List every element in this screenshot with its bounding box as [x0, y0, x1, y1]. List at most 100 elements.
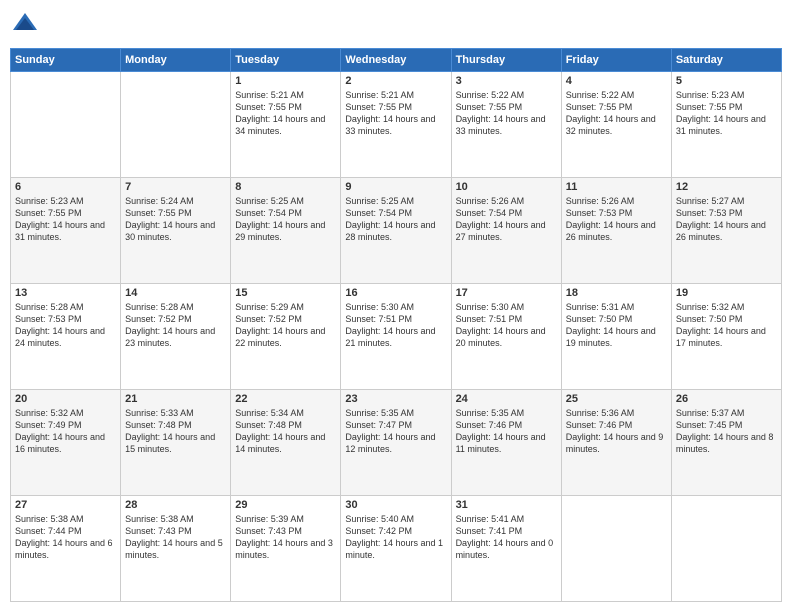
day-number: 24	[456, 393, 557, 405]
cell-content: Sunrise: 5:40 AM Sunset: 7:42 PM Dayligh…	[345, 513, 446, 562]
calendar-cell: 14 Sunrise: 5:28 AM Sunset: 7:52 PM Dayli…	[121, 284, 231, 390]
cell-content: Sunrise: 5:35 AM Sunset: 7:46 PM Dayligh…	[456, 407, 557, 456]
logo	[10, 10, 44, 40]
calendar-cell: 22 Sunrise: 5:34 AM Sunset: 7:48 PM Dayli…	[231, 390, 341, 496]
week-row-4: 27 Sunrise: 5:38 AM Sunset: 7:44 PM Dayli…	[11, 496, 782, 602]
cell-content: Sunrise: 5:23 AM Sunset: 7:55 PM Dayligh…	[15, 195, 116, 244]
day-number: 27	[15, 499, 116, 511]
calendar-cell: 17 Sunrise: 5:30 AM Sunset: 7:51 PM Dayli…	[451, 284, 561, 390]
cell-content: Sunrise: 5:30 AM Sunset: 7:51 PM Dayligh…	[345, 301, 446, 350]
day-number: 6	[15, 181, 116, 193]
calendar-cell: 4 Sunrise: 5:22 AM Sunset: 7:55 PM Daylig…	[561, 72, 671, 178]
day-number: 21	[125, 393, 226, 405]
day-number: 8	[235, 181, 336, 193]
cell-content: Sunrise: 5:26 AM Sunset: 7:54 PM Dayligh…	[456, 195, 557, 244]
week-row-2: 13 Sunrise: 5:28 AM Sunset: 7:53 PM Dayli…	[11, 284, 782, 390]
day-number: 4	[566, 75, 667, 87]
calendar-cell: 21Sunrise: 5:33 AM Sunset: 7:48 PM Dayli…	[121, 390, 231, 496]
col-header-wednesday: Wednesday	[341, 49, 451, 72]
calendar-cell: 31 Sunrise: 5:41 AM Sunset: 7:41 PM Dayli…	[451, 496, 561, 602]
day-number: 5	[676, 75, 777, 87]
calendar-cell: 10Sunrise: 5:26 AM Sunset: 7:54 PM Dayli…	[451, 178, 561, 284]
cell-content: Sunrise: 5:32 AM Sunset: 7:50 PM Dayligh…	[676, 301, 777, 350]
day-number: 7	[125, 181, 226, 193]
cell-content: Sunrise: 5:35 AM Sunset: 7:47 PM Dayligh…	[345, 407, 446, 456]
cell-content: Sunrise: 5:38 AM Sunset: 7:43 PM Dayligh…	[125, 513, 226, 562]
calendar-cell: 20Sunrise: 5:32 AM Sunset: 7:49 PM Dayli…	[11, 390, 121, 496]
day-number: 30	[345, 499, 446, 511]
calendar-cell: 7 Sunrise: 5:24 AM Sunset: 7:55 PM Daylig…	[121, 178, 231, 284]
col-header-thursday: Thursday	[451, 49, 561, 72]
calendar-cell: 23 Sunrise: 5:35 AM Sunset: 7:47 PM Dayli…	[341, 390, 451, 496]
day-number: 16	[345, 287, 446, 299]
col-header-tuesday: Tuesday	[231, 49, 341, 72]
cell-content: Sunrise: 5:30 AM Sunset: 7:51 PM Dayligh…	[456, 301, 557, 350]
calendar-cell: 11 Sunrise: 5:26 AM Sunset: 7:53 PM Dayli…	[561, 178, 671, 284]
calendar-cell: 25Sunrise: 5:36 AM Sunset: 7:46 PM Dayli…	[561, 390, 671, 496]
cell-content: Sunrise: 5:27 AM Sunset: 7:53 PM Dayligh…	[676, 195, 777, 244]
calendar-cell: 9 Sunrise: 5:25 AM Sunset: 7:54 PM Daylig…	[341, 178, 451, 284]
col-header-friday: Friday	[561, 49, 671, 72]
cell-content: Sunrise: 5:25 AM Sunset: 7:54 PM Dayligh…	[345, 195, 446, 244]
cell-content: Sunrise: 5:34 AM Sunset: 7:48 PM Dayligh…	[235, 407, 336, 456]
cell-content: Sunrise: 5:41 AM Sunset: 7:41 PM Dayligh…	[456, 513, 557, 562]
day-number: 22	[235, 393, 336, 405]
day-number: 15	[235, 287, 336, 299]
calendar-cell: 15 Sunrise: 5:29 AM Sunset: 7:52 PM Dayli…	[231, 284, 341, 390]
week-row-0: 1Sunrise: 5:21 AM Sunset: 7:55 PM Daylig…	[11, 72, 782, 178]
header-row: SundayMondayTuesdayWednesdayThursdayFrid…	[11, 49, 782, 72]
calendar-cell: 24 Sunrise: 5:35 AM Sunset: 7:46 PM Dayli…	[451, 390, 561, 496]
cell-content: Sunrise: 5:26 AM Sunset: 7:53 PM Dayligh…	[566, 195, 667, 244]
cell-content: Sunrise: 5:28 AM Sunset: 7:52 PM Dayligh…	[125, 301, 226, 350]
cell-content: Sunrise: 5:23 AM Sunset: 7:55 PM Dayligh…	[676, 89, 777, 138]
calendar-cell: 2Sunrise: 5:21 AM Sunset: 7:55 PM Daylig…	[341, 72, 451, 178]
cell-content: Sunrise: 5:29 AM Sunset: 7:52 PM Dayligh…	[235, 301, 336, 350]
day-number: 11	[566, 181, 667, 193]
cell-content: Sunrise: 5:21 AM Sunset: 7:55 PM Dayligh…	[345, 89, 446, 138]
cell-content: Sunrise: 5:36 AM Sunset: 7:46 PM Dayligh…	[566, 407, 667, 456]
day-number: 19	[676, 287, 777, 299]
calendar-cell	[671, 496, 781, 602]
cell-content: Sunrise: 5:22 AM Sunset: 7:55 PM Dayligh…	[456, 89, 557, 138]
day-number: 23	[345, 393, 446, 405]
cell-content: Sunrise: 5:38 AM Sunset: 7:44 PM Dayligh…	[15, 513, 116, 562]
calendar-cell: 28 Sunrise: 5:38 AM Sunset: 7:43 PM Dayli…	[121, 496, 231, 602]
calendar-cell: 16 Sunrise: 5:30 AM Sunset: 7:51 PM Dayli…	[341, 284, 451, 390]
week-row-1: 6 Sunrise: 5:23 AM Sunset: 7:55 PM Daylig…	[11, 178, 782, 284]
calendar-cell: 1Sunrise: 5:21 AM Sunset: 7:55 PM Daylig…	[231, 72, 341, 178]
day-number: 31	[456, 499, 557, 511]
calendar-cell: 12Sunrise: 5:27 AM Sunset: 7:53 PM Dayli…	[671, 178, 781, 284]
cell-content: Sunrise: 5:31 AM Sunset: 7:50 PM Dayligh…	[566, 301, 667, 350]
calendar-cell: 8 Sunrise: 5:25 AM Sunset: 7:54 PM Daylig…	[231, 178, 341, 284]
header	[10, 10, 782, 40]
calendar-cell	[121, 72, 231, 178]
calendar-cell: 18Sunrise: 5:31 AM Sunset: 7:50 PM Dayli…	[561, 284, 671, 390]
cell-content: Sunrise: 5:22 AM Sunset: 7:55 PM Dayligh…	[566, 89, 667, 138]
cell-content: Sunrise: 5:25 AM Sunset: 7:54 PM Dayligh…	[235, 195, 336, 244]
calendar-cell: 29Sunrise: 5:39 AM Sunset: 7:43 PM Dayli…	[231, 496, 341, 602]
day-number: 28	[125, 499, 226, 511]
col-header-monday: Monday	[121, 49, 231, 72]
day-number: 13	[15, 287, 116, 299]
cell-content: Sunrise: 5:37 AM Sunset: 7:45 PM Dayligh…	[676, 407, 777, 456]
day-number: 3	[456, 75, 557, 87]
day-number: 14	[125, 287, 226, 299]
calendar-cell: 5 Sunrise: 5:23 AM Sunset: 7:55 PM Daylig…	[671, 72, 781, 178]
day-number: 29	[235, 499, 336, 511]
logo-icon	[10, 10, 40, 40]
calendar-cell: 6 Sunrise: 5:23 AM Sunset: 7:55 PM Daylig…	[11, 178, 121, 284]
week-row-3: 20Sunrise: 5:32 AM Sunset: 7:49 PM Dayli…	[11, 390, 782, 496]
cell-content: Sunrise: 5:28 AM Sunset: 7:53 PM Dayligh…	[15, 301, 116, 350]
day-number: 17	[456, 287, 557, 299]
cell-content: Sunrise: 5:21 AM Sunset: 7:55 PM Dayligh…	[235, 89, 336, 138]
cell-content: Sunrise: 5:24 AM Sunset: 7:55 PM Dayligh…	[125, 195, 226, 244]
col-header-sunday: Sunday	[11, 49, 121, 72]
calendar-cell	[561, 496, 671, 602]
page: SundayMondayTuesdayWednesdayThursdayFrid…	[0, 0, 792, 612]
calendar-cell: 27 Sunrise: 5:38 AM Sunset: 7:44 PM Dayli…	[11, 496, 121, 602]
calendar-cell: 3 Sunrise: 5:22 AM Sunset: 7:55 PM Daylig…	[451, 72, 561, 178]
calendar-cell: 19 Sunrise: 5:32 AM Sunset: 7:50 PM Dayli…	[671, 284, 781, 390]
day-number: 26	[676, 393, 777, 405]
day-number: 9	[345, 181, 446, 193]
calendar-cell: 13 Sunrise: 5:28 AM Sunset: 7:53 PM Dayli…	[11, 284, 121, 390]
